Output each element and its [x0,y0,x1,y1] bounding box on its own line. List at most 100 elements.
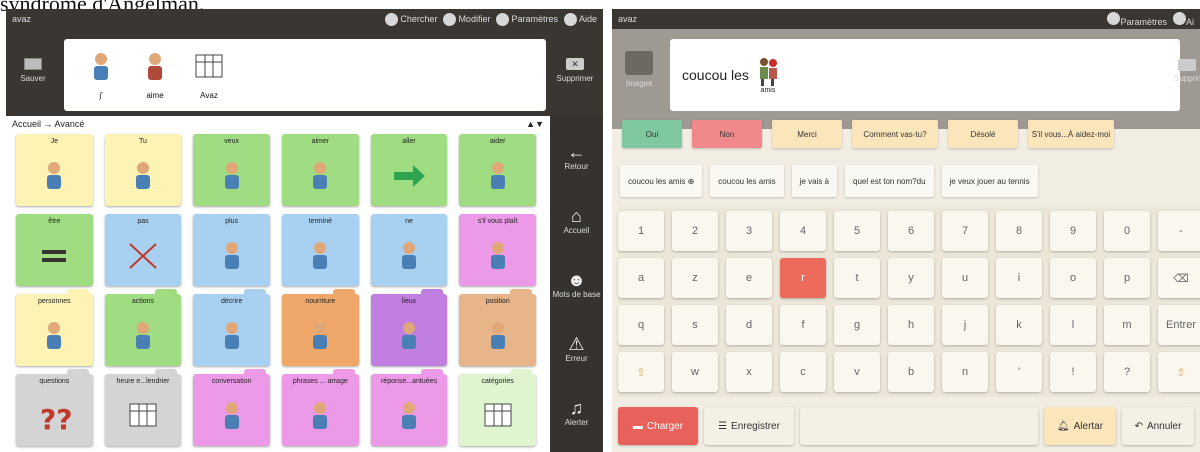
key[interactable]: e [726,258,772,298]
toolbar-item-3[interactable]: Aide [563,12,597,26]
nav-button-3[interactable]: ⚠ Erreur [565,334,587,363]
key[interactable]: 0 [1104,211,1150,251]
toolbar-item-2[interactable]: Paramètres [496,12,558,26]
symbol-cell[interactable]: ne [370,214,448,286]
nav-button-2[interactable]: ☻ Mots de base [552,270,600,299]
quick-reply-chip[interactable]: Non [692,120,762,148]
key[interactable]: 1 [618,211,664,251]
symbol-cell[interactable]: s'il vous plaît [459,214,536,286]
quick-reply-chip[interactable]: Comment vas-tu? [852,120,938,148]
symbol-cell[interactable]: Je [16,134,93,206]
key[interactable]: c [780,352,826,392]
folder-cell[interactable]: catégories [459,369,536,446]
folder-cell[interactable]: conversation [193,369,270,446]
nav-button-1[interactable]: ⌂ Accueil [564,206,590,235]
message-word[interactable]: Avaz [186,43,232,107]
quick-reply-chip[interactable]: Désolé [948,120,1018,148]
key[interactable]: y [888,258,934,298]
key[interactable]: r [780,258,826,298]
symbol-cell[interactable]: veux [193,134,270,206]
phrase-suggestion[interactable]: coucou les amis [710,165,784,197]
key[interactable]: 3 [726,211,772,251]
key[interactable]: Entrer [1158,305,1200,345]
phrase-suggestion[interactable]: je vais à [791,165,838,197]
key[interactable]: t [834,258,880,298]
symbol-cell[interactable]: aller [370,134,448,206]
load-button[interactable]: ▬ Charger [618,407,698,445]
key[interactable]: v [834,352,880,392]
key[interactable]: ⌫ [1158,258,1200,298]
delete-button-right[interactable]: Supprim [1174,59,1200,83]
key[interactable]: m [1104,305,1150,345]
key[interactable]: d [726,305,772,345]
key[interactable]: p [1104,258,1150,298]
key[interactable]: ! [1050,352,1096,392]
nav-button-4[interactable]: ♫ Alerter [565,398,589,427]
save-button[interactable]: Sauver [10,44,56,106]
scroll-arrows-icon[interactable]: ▲▼ [526,119,544,129]
message-word[interactable]: aime [132,43,178,107]
key[interactable]: u [942,258,988,298]
quick-reply-chip[interactable]: Oui [622,120,682,148]
folder-cell[interactable]: questions?? [16,369,93,446]
message-box[interactable]: j' aime Avaz [64,39,546,111]
key[interactable]: 2 [672,211,718,251]
key[interactable]: w [672,352,718,392]
key[interactable]: q [618,305,664,345]
images-button[interactable]: Images [616,41,662,103]
folder-cell[interactable]: actions [104,289,182,366]
key[interactable]: f [780,305,826,345]
key[interactable]: 4 [780,211,826,251]
folder-cell[interactable]: décrire [193,289,270,366]
key[interactable]: ⇧ [618,352,664,392]
alert-button[interactable]: 🔔︎ Alertar [1044,407,1116,445]
symbol-cell[interactable]: aider [459,134,536,206]
toolbar-item-right-1[interactable]: Ai [1172,11,1194,27]
quick-reply-chip[interactable]: S'il vous...À aidez-moi [1028,120,1114,148]
key[interactable]: 5 [834,211,880,251]
key[interactable]: 7 [942,211,988,251]
symbol-cell[interactable]: être [16,214,93,286]
folder-cell[interactable]: phrases ... arrage [281,369,359,446]
symbol-cell[interactable]: pas [104,214,182,286]
symbol-cell[interactable]: plus [193,214,270,286]
key[interactable]: n [942,352,988,392]
message-box-right[interactable]: coucou les amis [670,39,1180,111]
key[interactable]: s [672,305,718,345]
key[interactable]: l [1050,305,1096,345]
folder-cell[interactable]: nourriture [281,289,359,366]
folder-cell[interactable]: lieux [370,289,448,366]
nav-button-0[interactable]: ← Retour [564,142,588,171]
folder-cell[interactable]: position [459,289,536,366]
key[interactable]: j [942,305,988,345]
key[interactable]: ⇧ [1158,352,1200,392]
key[interactable]: x [726,352,772,392]
key[interactable]: h [888,305,934,345]
key[interactable]: - [1158,211,1200,251]
key[interactable]: k [996,305,1042,345]
toolbar-item-1[interactable]: Modifier [443,12,490,26]
delete-button[interactable]: ✕ Supprimer [551,44,599,106]
message-word[interactable]: j' [78,43,124,107]
folder-cell[interactable]: réponse...antuées [370,369,448,446]
key[interactable]: ' [996,352,1042,392]
quick-reply-chip[interactable]: Merci [772,120,842,148]
toolbar-item-right-0[interactable]: Paramètres [1107,11,1167,27]
key[interactable]: 9 [1050,211,1096,251]
symbol-cell[interactable]: terminé [281,214,359,286]
key[interactable]: a [618,258,664,298]
folder-cell[interactable]: heure e...lendrier [104,369,182,446]
phrase-suggestion[interactable]: quel est ton nom?du [845,165,934,197]
phrase-suggestion[interactable]: je veux jouer au tennis [941,165,1038,197]
phrase-suggestion[interactable]: coucou les amis ⊕ [620,165,703,197]
key[interactable]: z [672,258,718,298]
symbol-cell[interactable]: Tu [104,134,182,206]
save-button-right[interactable]: ☰ Enregistrer [704,407,794,445]
breadcrumb-text[interactable]: Accueil → Avancé [12,119,84,129]
symbol-cell[interactable]: aimer [281,134,359,206]
key[interactable]: b [888,352,934,392]
key[interactable]: 6 [888,211,934,251]
toolbar-item-0[interactable]: Chercher [385,12,437,26]
key[interactable]: 8 [996,211,1042,251]
key[interactable]: i [996,258,1042,298]
